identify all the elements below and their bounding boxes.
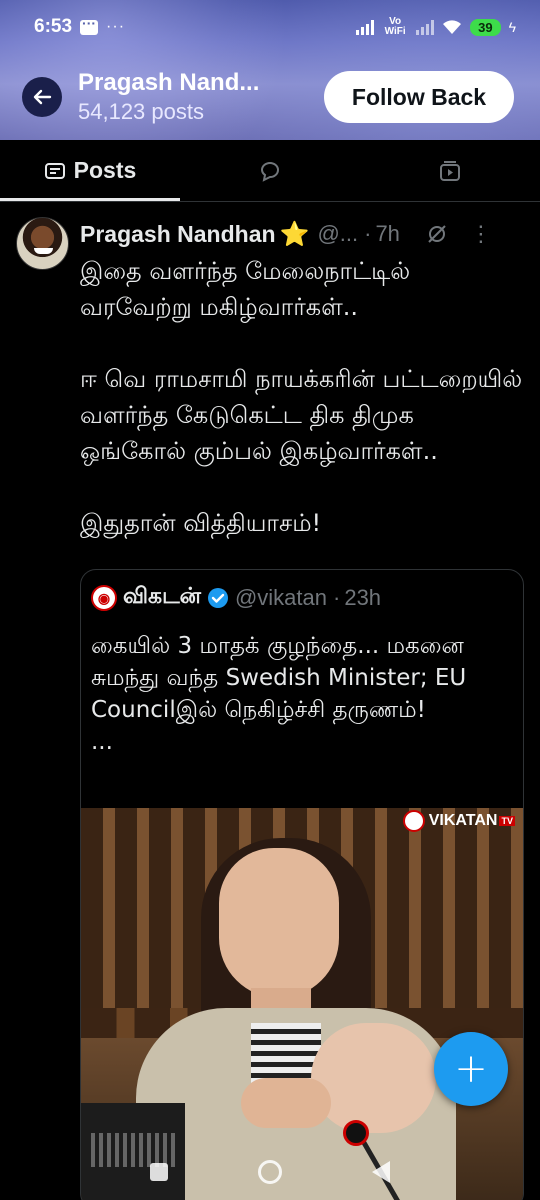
avatar[interactable] [16, 217, 69, 270]
post-header: Pragash Nandhan ⭐ @... · 7h ⋮ [80, 217, 530, 251]
post-text: இதை வளர்ந்த மேலைநாட்டில் வரவேற்று மகிழ்வ… [80, 257, 523, 537]
tab-replies[interactable] [180, 140, 360, 201]
vikatan-tv-watermark: VIKATAN TV [402, 810, 515, 832]
media-icon [438, 160, 462, 182]
grok-icon[interactable] [426, 223, 448, 245]
cellular-signal-2-icon [416, 19, 435, 35]
profile-title-block: Pragash Nand... 54,123 posts [78, 69, 259, 125]
quoted-author-name: விகடன் [123, 584, 201, 609]
video-baby [311, 1023, 436, 1133]
battery-icon: 39 [470, 18, 501, 36]
profile-header-banner: 6:53 ··· Vo WiFi 39 ϟ [0, 0, 540, 140]
video-person-face [219, 848, 339, 998]
post-author-name[interactable]: Pragash Nandhan [80, 221, 276, 248]
arrow-left-icon [33, 89, 52, 105]
tab-media[interactable] [360, 140, 540, 201]
follow-back-button[interactable]: Follow Back [324, 71, 514, 123]
microphone-icon [343, 1120, 369, 1146]
tab-posts-label: Posts [73, 157, 137, 183]
post-author-handle: @... [317, 221, 359, 246]
vowifi-label: Vo WiFi [384, 16, 406, 37]
more-notifications-icon: ··· [106, 18, 126, 35]
posts-icon [44, 161, 66, 181]
more-options-icon[interactable]: ⋮ [470, 221, 492, 247]
quoted-post[interactable]: ◉ விகடன் @vikatan · 23h கையில் 3 மாதக் க… [80, 569, 524, 1200]
charging-icon: ϟ [508, 19, 516, 35]
quoted-separator-dot: · [333, 585, 341, 610]
message-notification-icon [80, 15, 99, 35]
compose-fab-button[interactable]: + [434, 1032, 508, 1106]
quoted-post-text: கையில் 3 மாதக் குழந்தை... மகனை சுமந்து வ… [91, 633, 467, 755]
profile-top-bar: Pragash Nand... 54,123 posts Follow Back [0, 60, 540, 134]
quoted-post-time: 23h [344, 585, 382, 610]
status-time: 6:53 [34, 16, 73, 37]
recents-icon[interactable] [150, 1163, 168, 1181]
cellular-signal-icon [356, 19, 375, 35]
vikatan-logo-icon: ◉ [91, 585, 117, 611]
quoted-author-handle: @vikatan [234, 585, 327, 610]
profile-name: Pragash Nand... [78, 69, 260, 96]
quoted-post-header: ◉ விகடன் @vikatan · 23h [91, 584, 381, 612]
verified-badge-icon [207, 587, 229, 609]
vikatan-tv-logo-icon [402, 810, 425, 832]
home-icon[interactable] [258, 1160, 282, 1184]
wifi-icon [442, 19, 462, 35]
profile-tabs: Posts [0, 140, 540, 202]
back-nav-icon[interactable] [372, 1161, 390, 1183]
replies-icon [258, 160, 282, 182]
watermark-badge: TV [499, 816, 515, 826]
watermark-text: VIKATAN [428, 812, 498, 829]
back-button[interactable] [22, 77, 62, 117]
tab-posts[interactable]: Posts [0, 140, 180, 201]
star-badge-icon: ⭐ [279, 220, 310, 248]
video-hand [241, 1078, 331, 1128]
separator-dot: · [364, 221, 372, 246]
post-count: 54,123 posts [78, 99, 204, 124]
post-time: 7h [375, 221, 400, 246]
system-navigation-bar [0, 1144, 540, 1200]
status-bar: 6:53 ··· Vo WiFi 39 ϟ [0, 0, 540, 54]
screen: 6:53 ··· Vo WiFi 39 ϟ [0, 0, 540, 1200]
quoted-post-video[interactable]: VIKATAN TV [81, 808, 523, 1200]
